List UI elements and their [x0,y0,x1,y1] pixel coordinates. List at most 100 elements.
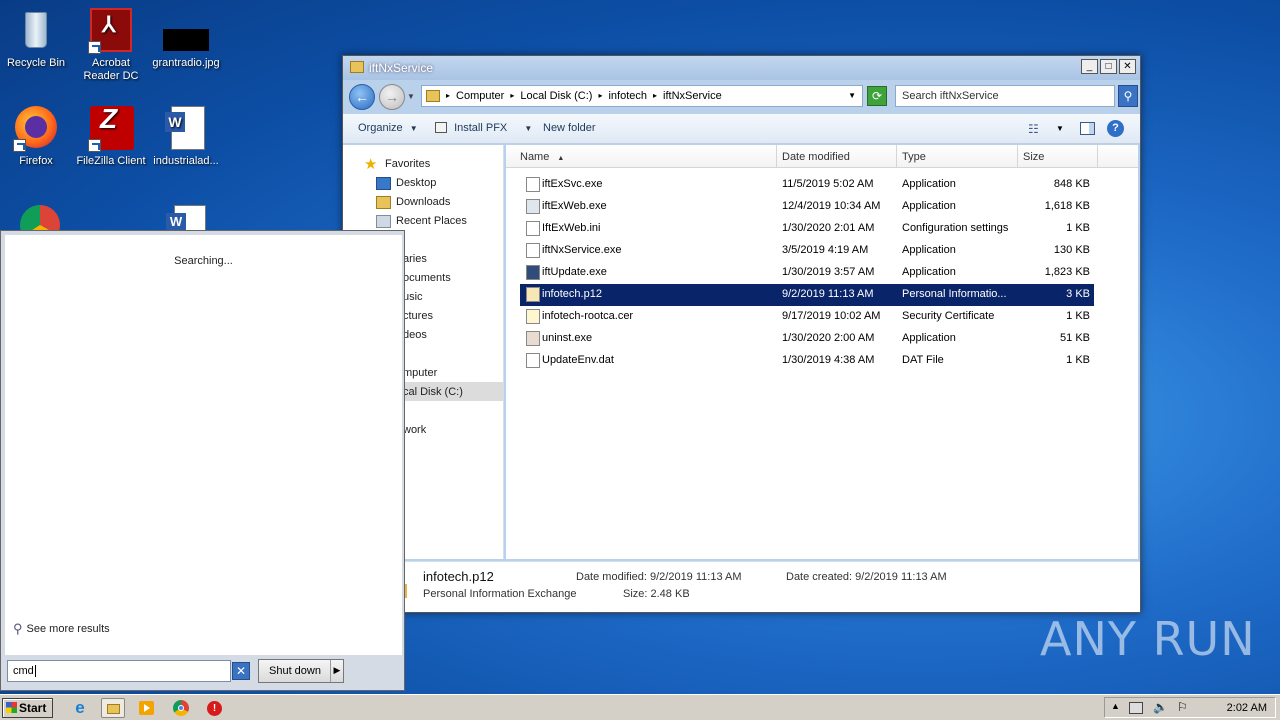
organize-menu[interactable]: Organize ▼ [358,122,418,134]
column-header-date[interactable]: Date modified [777,145,897,168]
column-header-size[interactable]: Size [1018,145,1098,168]
file-date: 9/2/2019 11:13 AM [782,288,874,300]
file-size: 51 KB [1060,332,1090,344]
nav-computer[interactable]: mputer [403,367,437,379]
chrome-desktop-icon[interactable] [20,205,60,231]
preview-pane-icon[interactable] [1080,122,1095,135]
search-icon[interactable]: ⚲ [1118,85,1138,107]
file-icon [526,353,540,368]
image-file-icon [163,8,209,54]
breadcrumb-item[interactable]: iftNxService [663,90,722,102]
notification-area: ▲ 🔈 ⚐ 2:02 AM [1104,697,1276,718]
nav-favorites[interactable]: ★ Favorites [364,156,430,173]
file-row[interactable]: infotech.p12 9/2/2019 11:13 AM Personal In… [520,284,1094,306]
show-hidden-icons-icon[interactable]: ▲ [1111,701,1120,711]
file-icon [526,199,540,214]
see-more-results-link[interactable]: ⚲ See more results [13,621,110,637]
file-row[interactable]: iftUpdate.exe 1/30/2019 3:57 AM Applicatio… [520,262,1094,284]
start-label: Start [19,701,47,715]
desktop-icon-acrobat[interactable]: ⅄ Acrobat Reader DC [71,8,151,83]
column-header-type[interactable]: Type [897,145,1018,168]
file-row[interactable]: IftExWeb.ini 1/30/2020 2:01 AM Configurati… [520,218,1094,240]
stop-icon[interactable]: ! [203,698,225,718]
column-label: Name [520,151,550,163]
nav-music[interactable]: usic [403,291,423,303]
nav-network[interactable]: work [403,424,426,436]
file-name: UpdateEnv.dat [542,354,614,366]
acrobat-icon: ⅄ [88,8,134,54]
breadcrumb: ▸ Computer ▸ Local Disk (C:) ▸ infotech … [446,90,722,102]
desktop-icon-firefox[interactable]: Firefox [0,106,76,168]
view-options-icon[interactable]: ☷ [1028,122,1039,136]
file-type: Application [902,200,956,212]
explorer-window: iftNxService _ □ ✕ ← → ▼ ▸ Computer ▸ Lo… [342,55,1141,613]
file-row[interactable]: UpdateEnv.dat 1/30/2019 4:38 AM DAT File 1 … [520,350,1094,372]
file-icon [526,287,540,302]
organize-label: Organize [358,122,403,134]
nav-videos[interactable]: deos [403,329,427,341]
action-center-flag-icon[interactable]: ⚐ [1177,700,1188,714]
file-size: 1,823 KB [1044,266,1090,278]
nav-desktop[interactable]: Desktop [376,177,436,190]
file-size: 1 KB [1066,310,1090,322]
word-document-desktop-icon[interactable]: W [166,205,206,231]
file-name: iftUpdate.exe [542,266,607,278]
explorer-titlebar[interactable]: iftNxService _ □ ✕ [343,56,1140,80]
internet-explorer-icon[interactable]: e [69,698,91,718]
explorer-taskbar-icon[interactable] [101,698,125,718]
start-search-input[interactable]: cmd [7,660,231,682]
column-header-name[interactable]: Name ▲ [506,145,777,168]
file-type: Application [902,244,956,256]
desktop-icon-filezilla[interactable]: Z FileZilla Client [71,105,151,168]
see-more-label: See more results [26,623,110,635]
start-button[interactable]: Start [2,698,53,718]
desktop-icon-label: Acrobat Reader DC [83,57,139,82]
breadcrumb-item[interactable]: Local Disk (C:) [520,90,592,102]
breadcrumb-item[interactable]: infotech [608,90,647,102]
minimize-button[interactable]: _ [1081,59,1098,74]
chevron-down-icon: ▼ [409,124,418,133]
chevron-down-icon[interactable]: ▼ [1056,124,1064,133]
search-input[interactable]: Search iftNxService [895,85,1115,107]
recent-pages-dropdown-icon[interactable]: ▼ [407,92,415,101]
shutdown-button[interactable]: Shut down ▶ [258,659,344,683]
network-icon[interactable] [1129,702,1143,714]
install-pfx-button[interactable]: Install PFX ▼ [435,122,532,134]
chevron-right-icon[interactable]: ▶ [330,660,343,682]
media-player-icon[interactable] [136,698,158,718]
desktop-icon-recycle-bin[interactable]: Recycle Bin [0,8,76,70]
nav-pictures[interactable]: ctures [403,310,433,322]
watermark-logo: ANY RUN [1040,612,1256,666]
address-dropdown-icon[interactable]: ▼ [848,91,856,100]
volume-icon[interactable]: 🔈 [1153,700,1168,714]
close-button[interactable]: ✕ [1119,59,1136,74]
file-name: iftExWeb.exe [542,200,607,212]
file-row[interactable]: iftExWeb.exe 12/4/2019 10:34 AM Applicatio… [520,196,1094,218]
breadcrumb-separator-icon: ▸ [446,91,451,100]
maximize-button[interactable]: □ [1100,59,1117,74]
file-date: 1/30/2019 3:57 AM [782,266,875,278]
refresh-button[interactable]: ⟳ [867,86,887,106]
nav-libraries[interactable]: aries [403,253,427,265]
help-icon[interactable]: ? [1107,120,1124,137]
breadcrumb-item[interactable]: Computer [456,90,504,102]
file-row[interactable]: infotech-rootca.cer 9/17/2019 10:02 AM Sec… [520,306,1094,328]
file-row[interactable]: iftExSvc.exe 11/5/2019 5:02 AM Application… [520,174,1094,196]
search-icon: ⚲ [13,621,23,636]
file-icon [526,265,540,280]
new-folder-button[interactable]: New folder [543,122,596,134]
nav-local-disk[interactable]: cal Disk (C:) [403,386,463,398]
clear-search-icon[interactable]: ✕ [232,662,250,680]
back-button[interactable]: ← [349,84,375,110]
nav-documents[interactable]: ocuments [403,272,451,284]
desktop-icon-grantradio[interactable]: grantradio.jpg [146,8,226,70]
file-row[interactable]: uninst.exe 1/30/2020 2:00 AM Application 51… [520,328,1094,350]
clock[interactable]: 2:02 AM [1227,702,1267,714]
nav-downloads[interactable]: Downloads [376,196,450,209]
file-row[interactable]: iftNxService.exe 3/5/2019 4:19 AM Applicat… [520,240,1094,262]
nav-recent-places[interactable]: Recent Places [376,215,467,228]
desktop-icon-industrialad[interactable]: W industrialad... [146,106,226,168]
forward-button[interactable]: → [379,84,405,110]
chrome-icon[interactable] [170,698,192,718]
address-bar[interactable]: ▸ Computer ▸ Local Disk (C:) ▸ infotech … [421,85,863,107]
